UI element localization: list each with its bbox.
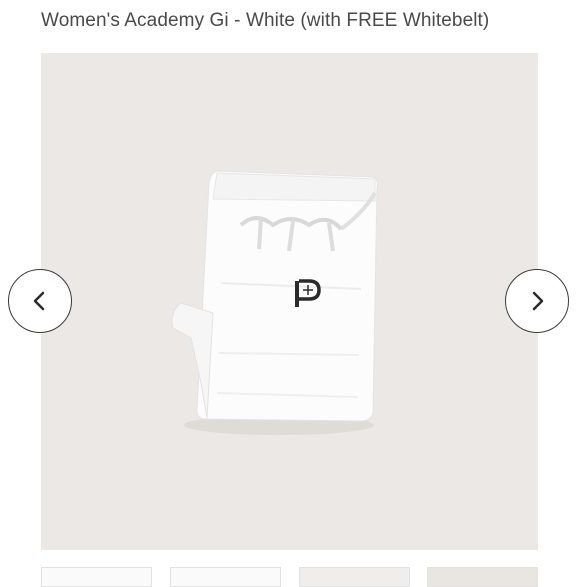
thumbnail-3[interactable] bbox=[299, 567, 410, 587]
thumbnail-4[interactable] bbox=[427, 567, 538, 587]
product-title: Women's Academy Gi - White (with FREE Wh… bbox=[41, 10, 490, 31]
chevron-left-icon bbox=[33, 291, 45, 311]
thumbnail-2[interactable] bbox=[170, 567, 281, 587]
folded-gi-pants-image bbox=[171, 170, 378, 435]
previous-image-button[interactable] bbox=[8, 269, 72, 333]
thumbnail-1[interactable] bbox=[41, 567, 152, 587]
chevron-right-icon bbox=[532, 291, 544, 311]
product-image bbox=[41, 53, 538, 550]
thumbnail-strip bbox=[41, 567, 538, 587]
next-image-button[interactable] bbox=[505, 269, 569, 333]
